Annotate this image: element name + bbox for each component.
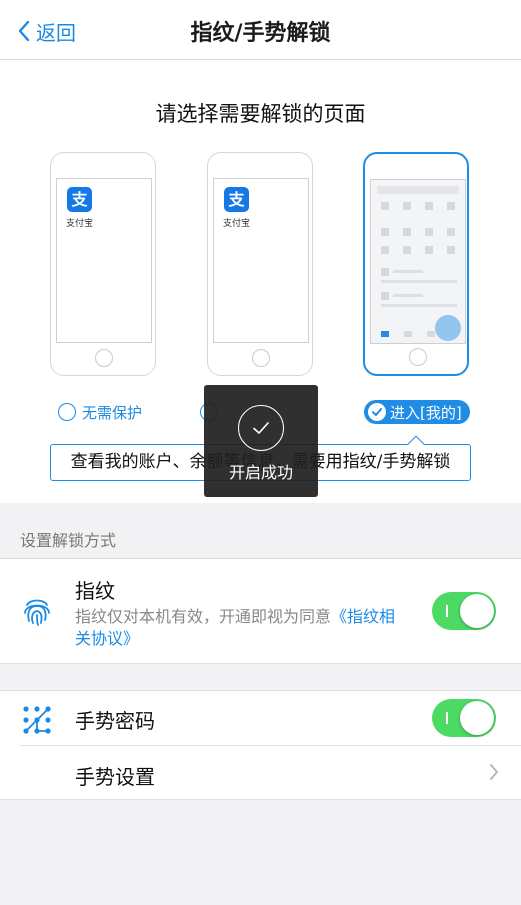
phone-screen: 支 支付宝 — [213, 178, 309, 343]
gesture-pattern-icon — [23, 706, 51, 734]
page-title: 指纹/手势解锁 — [190, 21, 331, 46]
gesture-toggle[interactable] — [432, 699, 496, 737]
fingerprint-title: 指纹 — [75, 579, 115, 603]
mine-page-thumbnail — [371, 180, 465, 343]
gesture-card: 手势密码 手势设置 — [0, 690, 521, 800]
touch-indicator — [435, 315, 461, 341]
success-toast: 开启成功 — [204, 385, 318, 497]
toast-text: 开启成功 — [228, 463, 293, 482]
phone-screen — [370, 179, 466, 344]
select-title: 请选择需要解锁的页面 — [155, 102, 366, 126]
phone-preview-no-protection[interactable]: 支 支付宝 — [50, 152, 156, 376]
home-button-icon — [95, 349, 113, 367]
app-name: 支付宝 — [223, 219, 251, 229]
check-circle-icon — [368, 403, 386, 421]
fingerprint-row: 指纹 指纹仅对本机有效，开通即视为同意《指纹相关协议》 — [0, 558, 521, 664]
nav-bar: 返回 指纹/手势解锁 — [0, 0, 521, 60]
gesture-settings-item[interactable]: 手势设置 — [75, 761, 155, 790]
alipay-logo-icon: 支 — [67, 187, 92, 212]
radio-icon — [58, 403, 76, 421]
app-name: 支付宝 — [66, 219, 94, 229]
option-mine[interactable]: 进入[我的] — [364, 400, 470, 424]
option-label: 无需保护 — [82, 403, 143, 422]
fingerprint-toggle[interactable] — [432, 592, 496, 630]
home-button-icon — [409, 348, 427, 366]
section-header: 设置解锁方式 — [20, 531, 117, 550]
phone-preview-launch[interactable]: 支 支付宝 — [207, 152, 313, 376]
toggle-knob — [460, 701, 494, 735]
home-button-icon — [252, 349, 270, 367]
chevron-right-icon[interactable] — [489, 763, 499, 781]
check-icon — [238, 405, 284, 451]
alipay-logo-icon: 支 — [224, 187, 249, 212]
option-no-protection[interactable]: 无需保护 — [58, 400, 142, 424]
gesture-password-title: 手势密码 — [75, 709, 155, 733]
phone-preview-mine[interactable] — [363, 152, 469, 376]
divider — [20, 745, 521, 746]
fingerprint-desc-text: 指纹仅对本机有效，开通即视为同意 — [75, 607, 332, 626]
phone-screen: 支 支付宝 — [56, 178, 152, 343]
fingerprint-description: 指纹仅对本机有效，开通即视为同意《指纹相关协议》 — [75, 606, 410, 650]
toggle-knob — [460, 594, 494, 628]
option-label: 进入[我的] — [390, 403, 462, 422]
fingerprint-icon — [24, 599, 50, 626]
